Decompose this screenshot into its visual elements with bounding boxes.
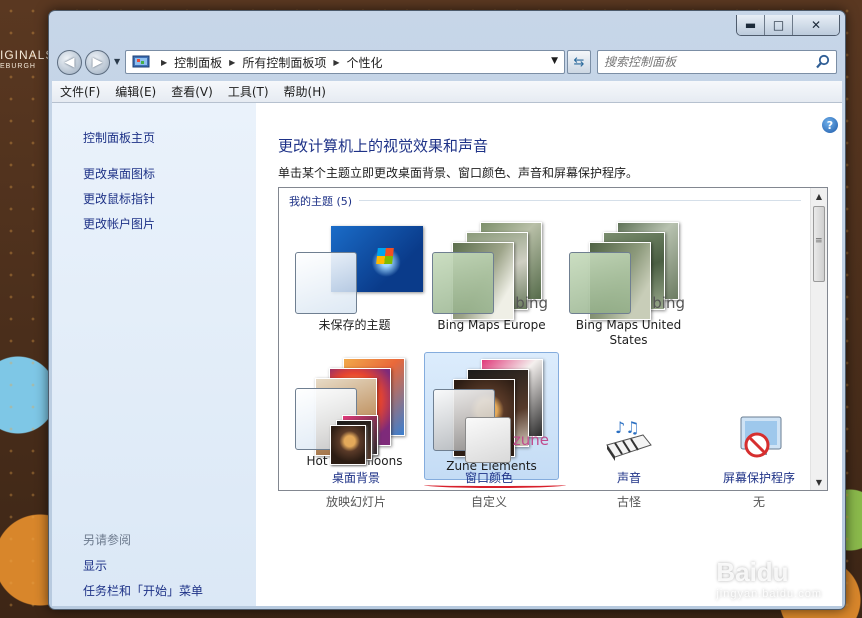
windows-logo-icon [376, 248, 394, 264]
task-pane: 控制面板主页 更改桌面图标 更改鼠标指针 更改帐户图片 另请参阅 显示 任务栏和… [52, 103, 256, 606]
page-description: 单击某个主题立即更改桌面背景、窗口颜色、声音和屏幕保护程序。 [278, 166, 639, 180]
brand-line-2: EBURGH [0, 63, 36, 70]
address-chevron-down-icon[interactable]: ▼ [551, 56, 558, 66]
menu-view[interactable]: 查看(V) [171, 83, 213, 100]
address-bar[interactable]: ▶ 控制面板 ▶ 所有控制面板项 ▶ 个性化 ▼ [125, 50, 565, 74]
breadcrumb-all-items[interactable]: 所有控制面板项 [242, 54, 326, 71]
main-panel: ? 更改计算机上的视觉效果和声音 单击某个主题立即更改桌面背景、窗口颜色、声音和… [256, 103, 842, 606]
watermark-main: Baidu [716, 557, 789, 587]
see-also-heading: 另请参阅 [83, 533, 132, 547]
theme-thumbnail: bing [569, 222, 689, 320]
breadcrumb-separator-icon: ▶ [161, 57, 168, 67]
group-divider [359, 200, 801, 201]
tile-window-color[interactable]: 窗口颜色 自定义 [434, 415, 544, 510]
tile-value: 放映幻灯片 [325, 495, 386, 509]
desktop-background-icon [330, 415, 382, 465]
tile-screen-saver[interactable]: 屏幕保护程序 无 [704, 415, 814, 510]
theme-item[interactable]: bing Bing Maps Europe [424, 218, 559, 344]
page-title: 更改计算机上的视觉效果和声音 [278, 137, 489, 155]
theme-group-label[interactable]: 我的主题 (5) [289, 193, 352, 209]
breadcrumb-separator-icon[interactable]: ▶ [229, 58, 235, 67]
tile-value: 自定义 [470, 495, 507, 509]
theme-thumbnail: bing [432, 222, 552, 320]
breadcrumb-control-panel[interactable]: 控制面板 [174, 54, 222, 71]
sidebar-item-desktop-icons[interactable]: 更改桌面图标 [83, 165, 155, 182]
tile-label[interactable]: 屏幕保护程序 [704, 469, 814, 486]
desktop-brand-text: IGINALS EBURGH [0, 48, 54, 70]
control-panel-icon [132, 55, 150, 68]
sidebar-item-mouse-pointers[interactable]: 更改鼠标指针 [83, 190, 155, 207]
theme-thumbnail [295, 224, 423, 314]
close-button[interactable]: ✕ [793, 15, 839, 35]
window-color-icon [463, 415, 515, 465]
tile-value: 无 [752, 495, 765, 509]
forward-button[interactable]: ▶ [85, 50, 110, 75]
navigation-bar: ◀ ▶ ▼ ▶ 控制面板 ▶ 所有控制面板项 ▶ 个性化 ▼ ⇆ [55, 47, 839, 75]
content-area: 控制面板主页 更改桌面图标 更改鼠标指针 更改帐户图片 另请参阅 显示 任务栏和… [52, 103, 842, 606]
theme-name: 未保存的主题 [318, 318, 391, 332]
theme-item[interactable]: bing Bing Maps United States [561, 218, 696, 347]
watermark-url: jingyan.baidu.com [716, 588, 822, 600]
tile-label[interactable]: 桌面背景 [301, 469, 411, 486]
refresh-icon: ⇆ [573, 54, 585, 70]
bing-logo: bing [515, 294, 548, 312]
recent-pages-chevron-down-icon[interactable]: ▼ [114, 57, 120, 66]
breadcrumb-separator-icon[interactable]: ▶ [333, 58, 339, 67]
theme-item[interactable]: 未保存的主题 [287, 218, 423, 344]
sidebar-item-taskbar-start-menu[interactable]: 任务栏和「开始」菜单 [83, 582, 203, 599]
piano-music-icon: ♪♫ [606, 418, 652, 461]
tile-label[interactable]: 声音 [574, 469, 684, 486]
window-color-swatch [569, 252, 631, 314]
menu-help[interactable]: 帮助(H) [284, 83, 326, 100]
caption-buttons: ▬ □ ✕ [736, 15, 840, 36]
menu-bar: 文件(F) 编辑(E) 查看(V) 工具(T) 帮助(H) [52, 81, 842, 103]
sidebar-item-display[interactable]: 显示 [83, 557, 107, 574]
bing-logo: bing [652, 294, 685, 312]
tile-label[interactable]: 窗口颜色 [434, 469, 544, 486]
window-color-swatch [432, 252, 494, 314]
search-icon[interactable] [815, 54, 831, 70]
sounds-icon: ♪♫ [603, 415, 655, 465]
menu-file[interactable]: 文件(F) [60, 83, 100, 100]
theme-name: Bing Maps Europe [437, 318, 546, 332]
tile-desktop-background[interactable]: 桌面背景 放映幻灯片 [301, 415, 411, 510]
breadcrumb-personalization[interactable]: 个性化 [347, 54, 383, 71]
search-input[interactable] [604, 55, 814, 69]
menu-tools[interactable]: 工具(T) [228, 83, 269, 100]
window-color-swatch [295, 252, 357, 314]
svg-text:♪♫: ♪♫ [615, 418, 640, 437]
help-icon[interactable]: ? [822, 117, 838, 133]
tile-value: 古怪 [616, 495, 641, 509]
menu-edit[interactable]: 编辑(E) [115, 83, 156, 100]
maximize-button[interactable]: □ [765, 15, 793, 35]
brand-line-1: IGINALS [0, 48, 55, 62]
refresh-button[interactable]: ⇆ [567, 50, 591, 74]
scroll-thumb[interactable] [813, 206, 825, 282]
minimize-button[interactable]: ▬ [737, 15, 765, 35]
sidebar-item-account-picture[interactable]: 更改帐户图片 [83, 215, 155, 232]
monitor-no-entry-icon [740, 416, 782, 458]
personalization-window: ▬ □ ✕ ◀ ▶ ▼ ▶ 控制面板 ▶ 所有控制面板项 ▶ 个性化 ▼ ⇆ 搜… [48, 10, 846, 610]
back-button[interactable]: ◀ [57, 50, 82, 75]
search-box[interactable] [597, 50, 837, 74]
screen-saver-icon [733, 415, 785, 465]
tile-sounds[interactable]: ♪♫ 声音 古怪 [574, 415, 684, 510]
theme-name: Bing Maps United States [575, 318, 682, 347]
scroll-up-icon[interactable]: ▲ [811, 188, 827, 204]
sidebar-item-control-panel-home[interactable]: 控制面板主页 [83, 129, 155, 146]
baidu-watermark: Baidu jingyan.baidu.com [716, 557, 822, 600]
